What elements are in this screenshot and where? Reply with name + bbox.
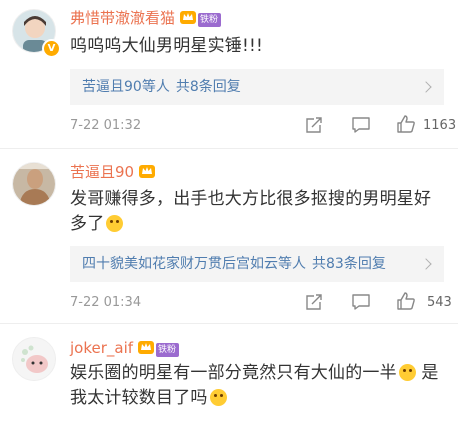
comment-2: 苦逼且90 发哥赚得多，出手也大方比很多抠搜的男明星好多了 四十貌美如花家财万贯…: [0, 150, 458, 320]
comment-text-body: 发哥赚得多，出手也大方比很多抠搜的男明星好多了: [70, 189, 432, 234]
laugh-emoji-icon: [209, 389, 227, 406]
divider: [0, 148, 458, 149]
crown-icon: [180, 11, 197, 24]
comment-text: 娱乐圈的明星有一部分竟然只有大仙的一半 是我太计较数目了吗: [70, 361, 444, 411]
reply-names: 苦逼且90等人: [82, 79, 170, 95]
comment-text: 呜呜呜大仙男明星实锤!!!: [70, 36, 264, 56]
verified-badge-icon: V: [42, 39, 61, 58]
username[interactable]: joker_aif 铁粉: [70, 338, 180, 358]
comment-text: 发哥赚得多，出手也大方比很多抠搜的男明星好多了: [70, 187, 444, 237]
fan-badge: 铁粉: [198, 13, 222, 27]
share-icon[interactable]: [305, 116, 323, 134]
comment-text-part-a: 娱乐圈的明星有一部分竟然只有大仙的一半: [70, 363, 397, 383]
fan-badge: 铁粉: [156, 343, 180, 357]
username[interactable]: 苦逼且90: [70, 162, 156, 182]
smile-emoji-icon: [106, 215, 124, 232]
crown-icon: [139, 165, 156, 178]
like-icon[interactable]: [396, 114, 416, 134]
reply-summary[interactable]: 四十貌美如花家财万贯后宫如云等人 共83条回复: [70, 246, 444, 282]
laugh-emoji-icon: [398, 364, 416, 381]
comment-icon[interactable]: [351, 116, 371, 134]
comment-time: 7-22 01:34: [70, 295, 142, 310]
avatar[interactable]: [12, 337, 56, 381]
chevron-right-icon: [420, 81, 432, 93]
username[interactable]: 弗惜带澈澈看猫 铁粉: [70, 8, 222, 28]
reply-names: 四十貌美如花家财万贯后宫如云等人: [82, 256, 306, 272]
chevron-right-icon: [420, 258, 432, 270]
comment-icon[interactable]: [351, 293, 371, 311]
divider: [0, 323, 458, 324]
username-text[interactable]: 弗惜带澈澈看猫: [70, 9, 175, 27]
username-text[interactable]: joker_aif: [70, 339, 133, 357]
reply-summary[interactable]: 苦逼且90等人 共8条回复: [70, 69, 444, 105]
comment-time: 7-22 01:32: [70, 118, 142, 133]
comment-3: joker_aif 铁粉 娱乐圈的明星有一部分竟然只有大仙的一半 是我太计较数目了…: [0, 325, 458, 425]
comment-1: V 弗惜带澈澈看猫 铁粉 呜呜呜大仙男明星实锤!!! 苦逼且90等人 共8条回复 7…: [0, 0, 458, 150]
reply-count: 共8条回复: [175, 79, 241, 95]
crown-icon: [138, 341, 155, 354]
avatar[interactable]: [12, 162, 56, 206]
like-count: 1163: [423, 118, 457, 133]
username-text[interactable]: 苦逼且90: [70, 163, 134, 181]
share-icon[interactable]: [305, 293, 323, 311]
reply-count: 共83条回复: [312, 256, 386, 272]
like-icon[interactable]: [396, 291, 416, 311]
like-count: 543: [427, 295, 452, 310]
